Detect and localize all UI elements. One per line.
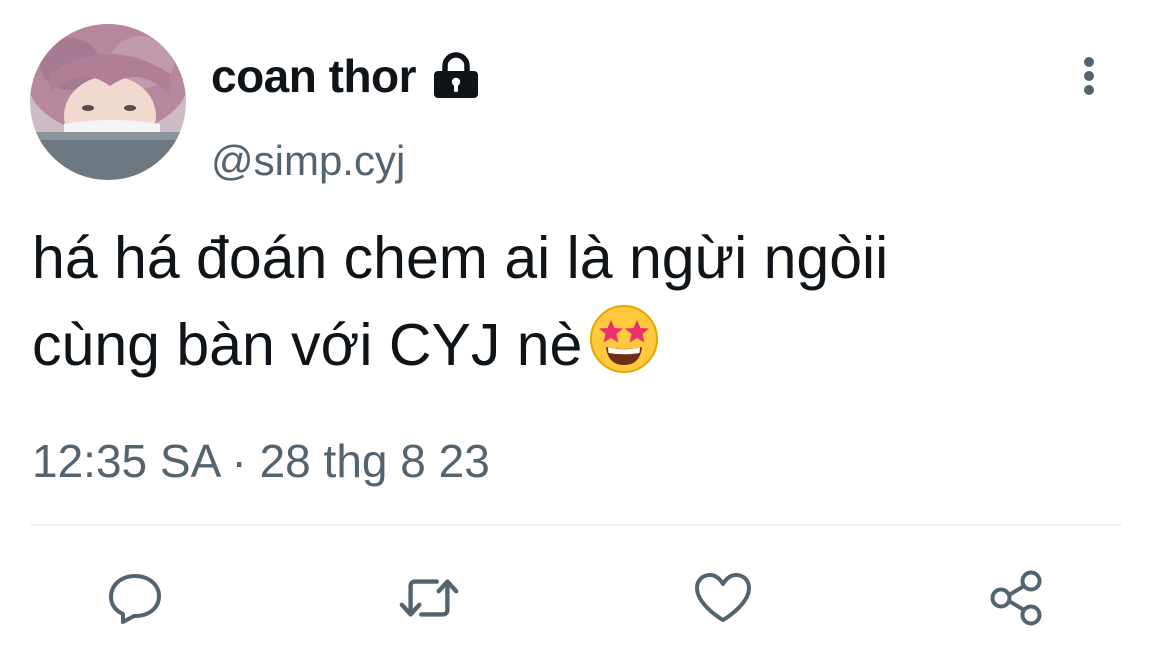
display-name[interactable]: coan thor <box>211 48 482 104</box>
share-button[interactable] <box>986 568 1048 628</box>
share-icon <box>990 570 1042 626</box>
comment-icon <box>109 574 161 624</box>
tweet-timestamp[interactable]: 12:35 SA · 28 thg 8 23 <box>32 432 490 490</box>
avatar[interactable] <box>30 24 186 180</box>
tweet-text-line-2-text: cùng bàn với CYJ nè <box>32 312 583 378</box>
more-vertical-icon <box>1084 57 1094 95</box>
reply-button[interactable] <box>104 568 166 628</box>
more-options-button[interactable] <box>1068 52 1110 100</box>
user-handle[interactable]: @simp.cyj <box>211 136 405 186</box>
divider <box>30 524 1122 526</box>
lock-icon <box>430 52 482 100</box>
profile-photo <box>30 24 186 180</box>
tweet-text: há há đoán chem ai là ngừi ngòii cùng bà… <box>32 215 1122 399</box>
star-struck-emoji <box>588 303 660 399</box>
retweet-icon <box>399 579 459 617</box>
like-button[interactable] <box>692 568 754 628</box>
heart-icon <box>695 573 751 622</box>
tweet-text-line-1: há há đoán chem ai là ngừi ngòii <box>32 225 889 291</box>
display-name-text: coan thor <box>211 50 417 102</box>
tweet-text-line-2: cùng bàn với CYJ nè <box>32 302 1122 399</box>
retweet-button[interactable] <box>398 568 460 628</box>
